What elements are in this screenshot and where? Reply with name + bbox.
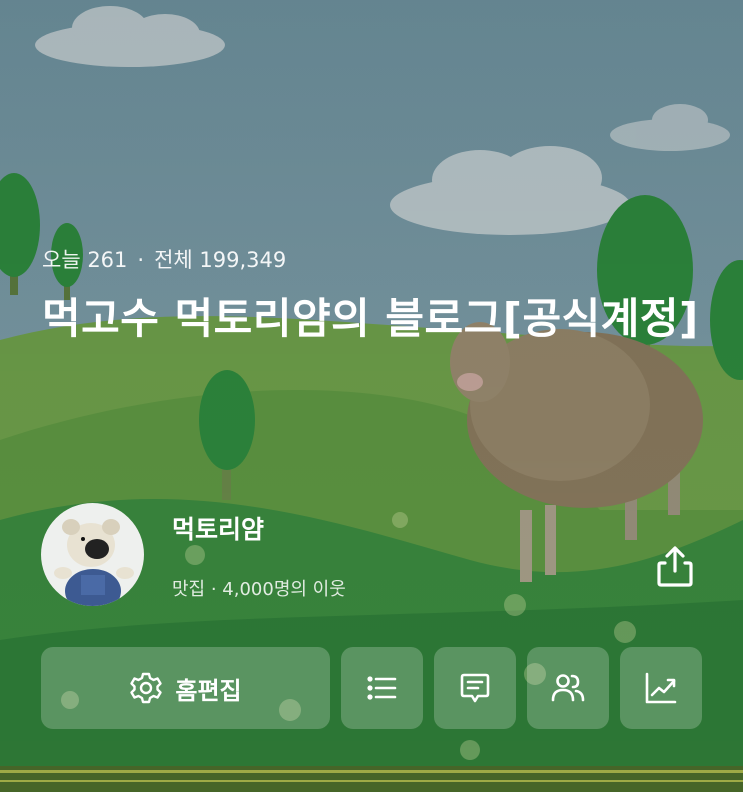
- trend-chart-icon: [645, 672, 677, 704]
- people-icon: [551, 674, 585, 702]
- profile-nickname[interactable]: 먹토리얌: [172, 510, 264, 546]
- profile-meta: 맛집 · 4,000명의 이웃: [172, 579, 346, 600]
- today-count: 오늘 261: [42, 248, 128, 272]
- share-icon: [657, 546, 693, 587]
- gear-icon: [130, 672, 163, 704]
- share-button[interactable]: [651, 543, 699, 591]
- avatar-image: [41, 503, 144, 606]
- post-icon: [460, 673, 490, 703]
- edit-home-label: 홈편집: [175, 676, 242, 705]
- list-icon: [367, 676, 397, 700]
- avatar[interactable]: [41, 503, 144, 606]
- post-list-button[interactable]: [341, 647, 423, 729]
- neighbors-button[interactable]: [527, 647, 609, 729]
- blog-title: 먹고수 먹토리얌의 블로그[공식계정]: [42, 294, 699, 343]
- statistics-button[interactable]: [620, 647, 702, 729]
- total-count: 전체 199,349: [154, 248, 287, 272]
- write-post-button[interactable]: [434, 647, 516, 729]
- stats-separator: ·: [137, 248, 145, 272]
- edit-home-button[interactable]: 홈편집: [41, 647, 330, 729]
- visitor-stats: 오늘 261 · 전체 199,349: [42, 244, 286, 274]
